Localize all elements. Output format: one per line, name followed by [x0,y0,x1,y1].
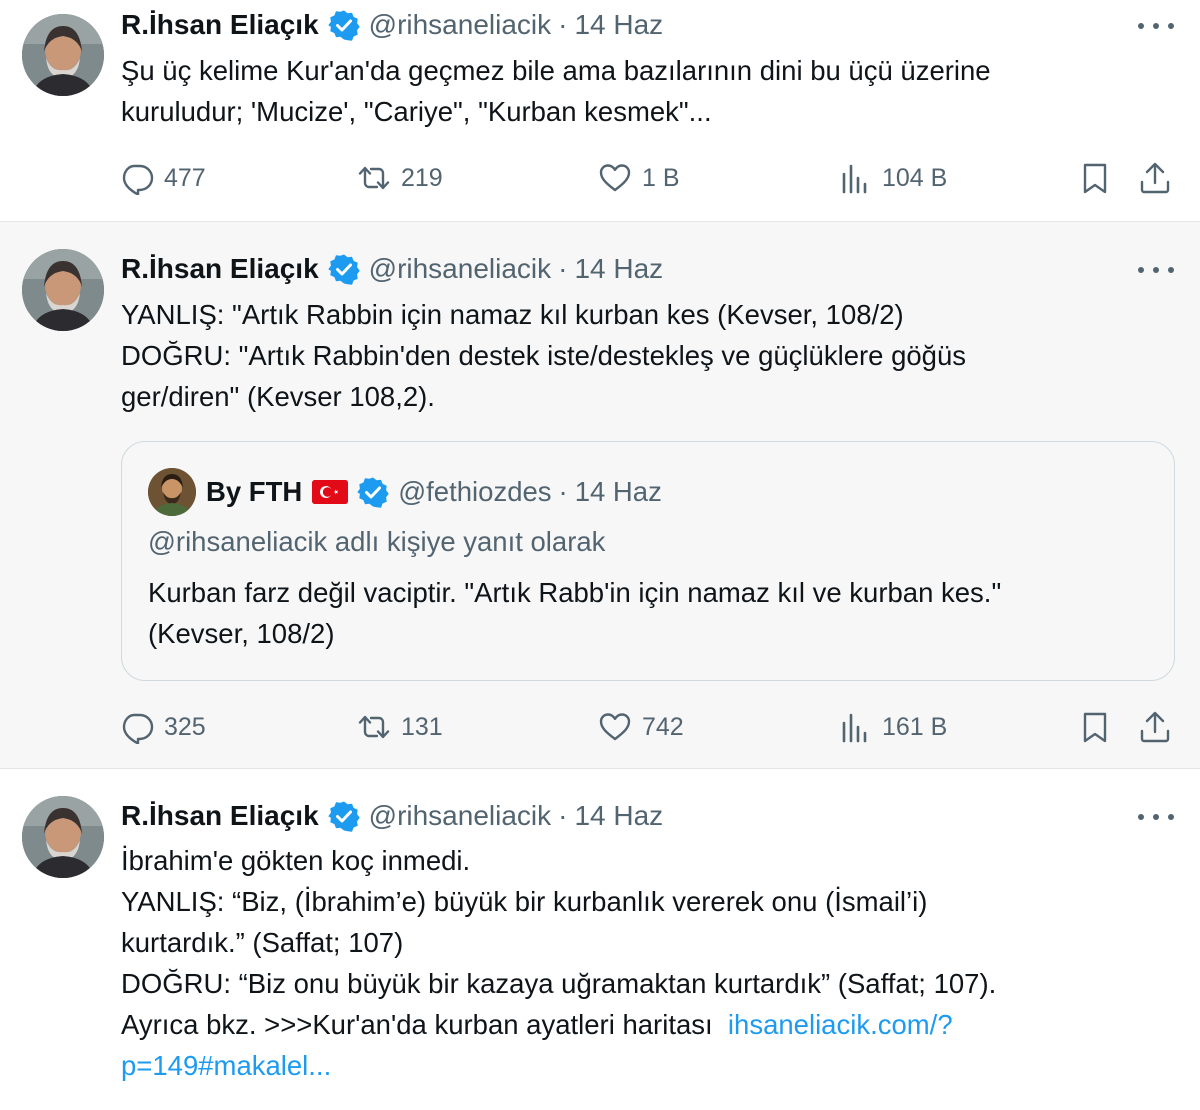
tweet-line: YANLIŞ: "Artık Rabbin için namaz kıl kur… [121,299,904,330]
article-link[interactable]: ihsaneliacik.com/? [728,1009,953,1040]
views-button[interactable]: 161 B [838,707,947,747]
tweet-line: DOĞRU: “Biz onu büyük bir kazaya uğramak… [121,968,997,999]
quoted-tweet[interactable]: By FTH @fethiozdes · 14 Haz @rihsaneliac… [121,441,1175,681]
verified-badge-icon [327,800,360,832]
heart-icon [599,713,631,741]
tweet-header: R.İhsan Eliaçık @rihsaneliacik · 14 Haz [121,799,663,833]
views-icon [842,713,867,743]
author-name[interactable]: R.İhsan Eliaçık [121,800,319,832]
share-icon [1140,711,1170,743]
bookmark-icon [1083,712,1107,743]
separator: · [558,9,568,40]
retweet-icon [358,715,390,739]
tweet-text: YANLIŞ: "Artık Rabbin için namaz kıl kur… [121,294,1181,417]
timestamp[interactable]: 14 Haz [574,800,663,832]
share-button[interactable] [1138,707,1172,747]
share-icon [1140,162,1170,194]
author-name[interactable]: R.İhsan Eliaçık [121,253,319,285]
author-handle[interactable]: @rihsaneliacik [369,9,552,41]
verified-badge-icon [357,476,389,508]
quote-timestamp[interactable]: 14 Haz [575,476,662,508]
views-count: 104 B [882,163,948,192]
author-avatar[interactable] [22,14,104,96]
like-count: 742 [642,712,684,741]
tweet-line: kuruludur; 'Mucize', "Cariye", "Kurban k… [121,96,712,127]
retweet-icon [358,166,390,190]
tweet-1[interactable]: R.İhsan Eliaçık @rihsaneliacik · 14 Haz … [0,0,1200,221]
tweet-line: İbrahim'e gökten koç inmedi. [121,845,471,876]
verified-badge-icon [327,253,360,285]
reply-count: 325 [164,712,206,741]
retweet-button[interactable]: 219 [357,158,443,198]
views-count: 161 B [882,712,948,741]
timestamp[interactable]: 14 Haz [574,9,663,41]
more-icon[interactable] [1138,811,1174,823]
timestamp[interactable]: 14 Haz [574,253,663,285]
tweet-header: R.İhsan Eliaçık @rihsaneliacik · 14 Haz [121,252,663,286]
tweet-text: Şu üç kelime Kur'an'da geçmez bile ama b… [121,50,1181,132]
action-bar: 325 131 742 161 B [0,707,1200,747]
author-avatar[interactable] [22,249,104,331]
action-bar: 477 219 1 B 104 B [0,158,1200,198]
views-icon [842,164,867,194]
retweet-button[interactable]: 131 [357,707,443,747]
reply-icon [122,164,154,195]
heart-icon [599,164,631,192]
tweet-line-with-link: Ayrıca bkz. >>>Kur'an'da kurban ayatleri… [121,1004,1181,1045]
bookmark-icon [1083,163,1107,194]
article-link-continued[interactable]: p=149#makalel... [121,1050,331,1081]
views-button[interactable]: 104 B [838,158,947,198]
quote-line: (Kevser, 108/2) [148,618,335,649]
reply-context: @rihsaneliacik adlı kişiye yanıt olarak [148,526,606,557]
verified-badge-icon [327,9,360,41]
tweet-line: p=149#makalel... [121,1045,1181,1086]
quote-author-avatar[interactable] [148,468,196,516]
reply-count: 477 [164,163,206,192]
tweet-line: YANLIŞ: “Biz, (İbrahim’e) büyük bir kurb… [121,886,928,917]
share-button[interactable] [1138,158,1172,198]
more-icon[interactable] [1138,20,1174,32]
quote-author-handle[interactable]: @fethiozdes [398,476,551,508]
tweet-line: Şu üç kelime Kur'an'da geçmez bile ama b… [121,55,991,86]
bookmark-button[interactable] [1078,158,1112,198]
tweet-line: kurtardık.” (Saffat; 107) [121,927,404,958]
quote-header: By FTH @fethiozdes · 14 Haz [148,468,662,516]
separator: · [558,476,568,507]
bookmark-button[interactable] [1078,707,1112,747]
separator: · [558,253,568,284]
author-handle[interactable]: @rihsaneliacik [369,253,552,285]
retweet-count: 219 [401,163,443,192]
author-name[interactable]: R.İhsan Eliaçık [121,9,319,41]
like-button[interactable]: 742 [598,707,684,747]
reply-icon [122,713,154,744]
tweet-line: DOĞRU: "Artık Rabbin'den destek iste/des… [121,340,967,371]
reply-button[interactable]: 477 [120,158,206,198]
tweet-header: R.İhsan Eliaçık @rihsaneliacik · 14 Haz [121,8,663,42]
tweet-line: ger/diren" (Kevser 108,2). [121,381,435,412]
quote-author-name[interactable]: By FTH [206,476,302,508]
author-avatar[interactable] [22,796,104,878]
more-icon[interactable] [1138,264,1174,276]
retweet-count: 131 [401,712,443,741]
like-button[interactable]: 1 B [598,158,680,198]
quote-line: Kurban farz değil vaciptir. "Artık Rabb'… [148,577,1002,608]
quote-text: Kurban farz değil vaciptir. "Artık Rabb'… [148,572,1148,654]
author-handle[interactable]: @rihsaneliacik [369,800,552,832]
tweet-line-text: Ayrıca bkz. >>>Kur'an'da kurban ayatleri… [121,1009,713,1040]
tweet-text: İbrahim'e gökten koç inmedi. YANLIŞ: “Bi… [121,840,1181,1086]
turkey-flag-icon [312,480,349,504]
tweet-3[interactable]: R.İhsan Eliaçık @rihsaneliacik · 14 Haz … [0,769,1200,1110]
reply-button[interactable]: 325 [120,707,206,747]
like-count: 1 B [642,163,680,192]
tweet-2[interactable]: R.İhsan Eliaçık @rihsaneliacik · 14 Haz … [0,221,1200,769]
separator: · [558,800,568,831]
